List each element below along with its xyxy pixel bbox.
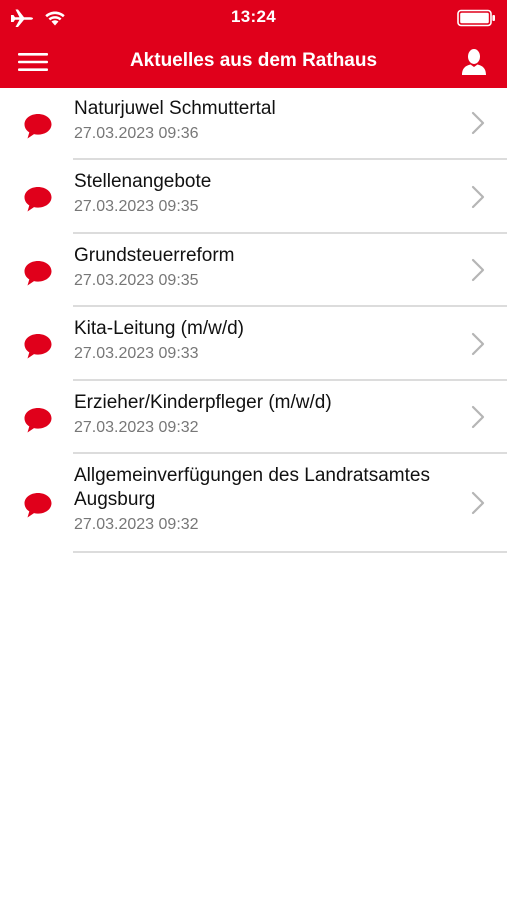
list-item-date: 27.03.2023 09:35	[74, 272, 199, 289]
list-item-text: Stellenangebote 27.03.2023 09:35	[74, 170, 447, 217]
speech-bubble-icon	[24, 187, 52, 212]
list-item[interactable]: Kita-Leitung (m/w/d) 27.03.2023 09:33	[0, 307, 507, 381]
chevron-right-icon	[471, 332, 485, 356]
list-item-date: 27.03.2023 09:32	[74, 419, 199, 436]
news-list: Naturjuwel Schmuttertal 27.03.2023 09:36 S…	[0, 88, 507, 553]
list-item[interactable]: Naturjuwel Schmuttertal 27.03.2023 09:36	[0, 88, 507, 160]
app-screen: 13:24 Aktuelles aus dem Rathaus Naturjuw…	[0, 0, 507, 900]
page-title: Aktuelles aus dem Rathaus	[129, 50, 378, 71]
status-time: 13:24	[231, 7, 276, 26]
chevron-right-icon	[471, 258, 485, 282]
list-item-title: Kita-Leitung (m/w/d)	[74, 318, 245, 339]
list-item-title: Stellenangebote	[74, 171, 212, 192]
chevron-right-icon	[471, 185, 485, 209]
speech-bubble-icon	[24, 408, 52, 433]
status-bar: 13:24	[0, 0, 507, 36]
list-item-title: Grundsteuerreform	[74, 245, 235, 266]
list-item-text: Erzieher/Kinderpfleger (m/w/d) 27.03.2023…	[74, 391, 447, 438]
list-separator	[73, 551, 507, 553]
user-icon[interactable]	[461, 48, 487, 76]
list-item-title: Allgemeinverfügungen des Landratsamtes A…	[74, 465, 430, 510]
list-item[interactable]: Grundsteuerreform 27.03.2023 09:35	[0, 234, 507, 307]
list-item[interactable]: Erzieher/Kinderpfleger (m/w/d) 27.03.2023…	[0, 381, 507, 454]
nav-bar: Aktuelles aus dem Rathaus	[0, 36, 507, 88]
speech-bubble-icon	[24, 334, 52, 359]
speech-bubble-icon	[24, 493, 52, 518]
list-item-date: 27.03.2023 09:32	[74, 516, 199, 533]
list-item-date: 27.03.2023 09:35	[74, 198, 199, 215]
list-item-date: 27.03.2023 09:36	[74, 125, 199, 142]
list-item-text: Kita-Leitung (m/w/d) 27.03.2023 09:33	[74, 317, 447, 364]
list-item-text: Grundsteuerreform 27.03.2023 09:35	[74, 244, 447, 291]
battery-icon	[457, 9, 497, 32]
chevron-right-icon	[471, 491, 485, 515]
speech-bubble-icon	[24, 261, 52, 286]
chevron-right-icon	[471, 111, 485, 135]
list-item-text: Naturjuwel Schmuttertal 27.03.2023 09:36	[74, 97, 447, 144]
list-item-title: Erzieher/Kinderpfleger (m/w/d)	[74, 392, 332, 413]
speech-bubble-icon	[24, 114, 52, 139]
list-item-title: Naturjuwel Schmuttertal	[74, 98, 276, 119]
list-item[interactable]: Stellenangebote 27.03.2023 09:35	[0, 160, 507, 234]
list-item-date: 27.03.2023 09:33	[74, 345, 199, 362]
chevron-right-icon	[471, 405, 485, 429]
list-item[interactable]: Allgemeinverfügungen des Landratsamtes A…	[0, 454, 507, 553]
list-item-text: Allgemeinverfügungen des Landratsamtes A…	[74, 464, 447, 535]
